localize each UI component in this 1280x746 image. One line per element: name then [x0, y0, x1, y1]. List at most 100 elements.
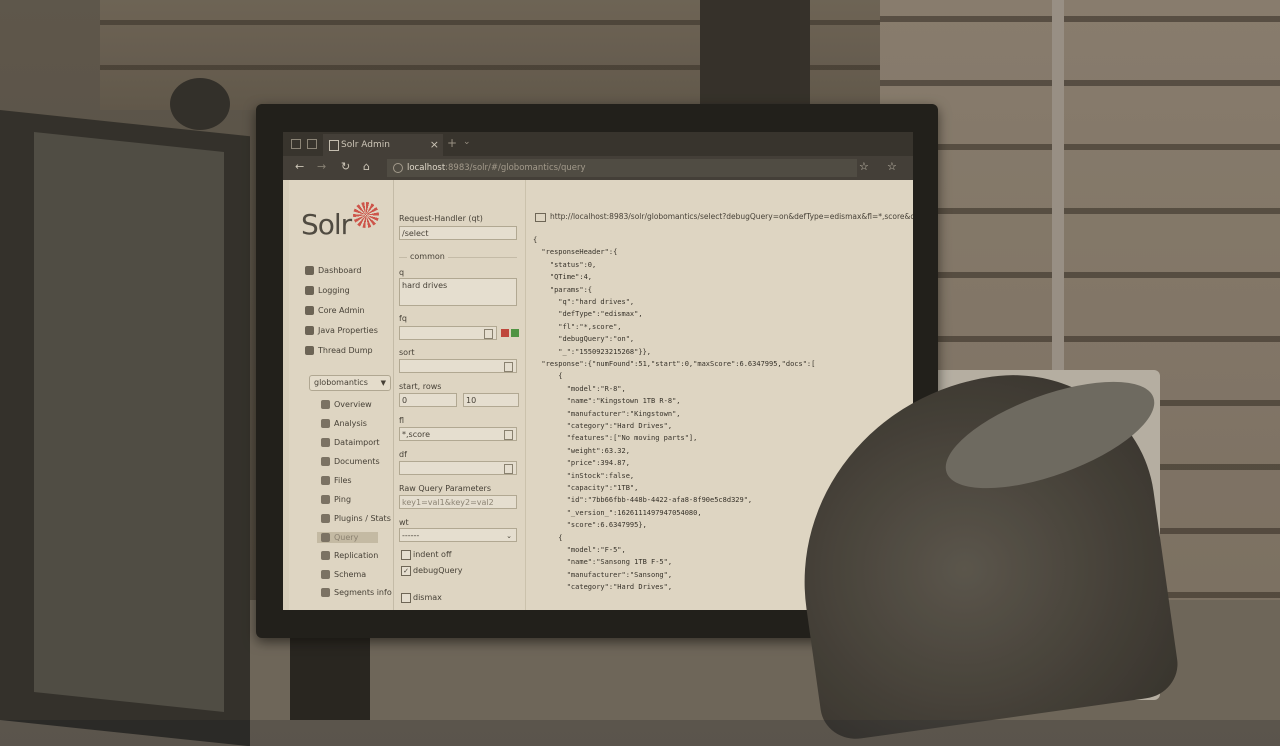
wt-select[interactable]: ------ ⌄	[399, 528, 517, 542]
replication-icon	[321, 551, 330, 560]
core-item-analysis[interactable]: Analysis	[321, 419, 367, 428]
new-tab-icon[interactable]: +	[447, 136, 457, 150]
json-line: "_":"1550923215268"}},	[533, 347, 652, 356]
sidebar-item-core-admin[interactable]: Core Admin	[305, 306, 365, 315]
schema-icon	[321, 570, 330, 579]
rows-input[interactable]: 10	[463, 393, 519, 407]
core-item-schema[interactable]: Schema	[321, 570, 366, 579]
json-line: "responseHeader":{	[533, 248, 618, 257]
home-icon[interactable]: ⌂	[363, 160, 370, 173]
json-line: "price":394.87,	[533, 459, 630, 468]
webcam	[170, 78, 230, 130]
sidebar-item-dashboard[interactable]: Dashboard	[305, 266, 361, 275]
query-icon	[321, 533, 330, 542]
expand-icon[interactable]	[484, 329, 493, 339]
add-fq-button[interactable]	[511, 329, 519, 337]
favorites-icon[interactable]: ☆	[887, 160, 897, 173]
documents-icon	[321, 457, 330, 466]
json-line: "defType":"edismax",	[533, 310, 643, 319]
json-line: "id":"7bb66fbb-448b-4422-afa8-8f90e5c8d3…	[533, 496, 753, 505]
fl-label: fl	[399, 416, 405, 425]
address-bar[interactable]: localhost:8983/solr/#/globomantics/query	[387, 159, 857, 177]
core-item-query[interactable]: Query	[317, 532, 379, 543]
indent-checkbox[interactable]	[401, 550, 411, 560]
solr-sun-icon	[353, 202, 379, 228]
start-input[interactable]: 0	[399, 393, 457, 407]
back-icon[interactable]: ←	[295, 160, 304, 173]
expand-icon[interactable]	[504, 430, 513, 440]
sort-label: sort	[399, 348, 415, 357]
sidebar-item-logging[interactable]: Logging	[305, 286, 350, 295]
json-line: "status":0,	[533, 260, 597, 269]
json-line: "capacity":"1TB",	[533, 484, 639, 492]
logging-icon	[305, 286, 314, 295]
page-icon	[329, 140, 339, 151]
core-item-documents[interactable]: Documents	[321, 457, 380, 466]
json-line: "q":"hard drives",	[533, 298, 635, 306]
df-input[interactable]	[399, 461, 517, 475]
dismax-label: dismax	[413, 593, 442, 602]
core-item-replication[interactable]: Replication	[321, 551, 378, 560]
core-item-files[interactable]: Files	[321, 476, 352, 485]
remove-fq-button[interactable]	[501, 329, 509, 337]
core-item-dataimport[interactable]: Dataimport	[321, 438, 380, 447]
json-line: "features":["No moving parts"],	[533, 434, 698, 443]
wall-pipe	[1052, 0, 1064, 380]
tab-back-icon[interactable]	[307, 139, 317, 149]
forward-icon[interactable]: →	[317, 160, 326, 173]
monitor-stand	[290, 636, 370, 720]
sidebar-item-java-properties[interactable]: Java Properties	[305, 326, 378, 335]
debug-query-label: debugQuery	[413, 566, 463, 575]
json-line: "params":{	[533, 285, 593, 294]
dismax-checkbox[interactable]	[401, 593, 411, 603]
fq-input[interactable]	[399, 326, 497, 340]
import-icon	[321, 438, 330, 447]
json-line: "model":"R-8",	[533, 384, 626, 393]
fq-label: fq	[399, 314, 407, 323]
plugins-icon	[321, 514, 330, 523]
solr-logo[interactable]: Solr	[301, 208, 352, 241]
raw-params-label: Raw Query Parameters	[399, 484, 492, 493]
debug-query-checkbox[interactable]: ✓	[401, 566, 411, 576]
sidebar-item-thread-dump[interactable]: Thread Dump	[305, 346, 373, 355]
tab-close-icon[interactable]: ×	[430, 138, 439, 151]
core-item-overview[interactable]: Overview	[321, 400, 372, 409]
core-item-segments-info[interactable]: Segments info	[321, 588, 392, 597]
q-input[interactable]: hard drives	[399, 278, 517, 306]
browser-tab[interactable]: Solr Admin ×	[323, 134, 443, 156]
browser-nav-bar: ← → ↻ ⌂ localhost:8983/solr/#/globomanti…	[283, 156, 913, 180]
tab-dropdown-icon[interactable]: ⌄	[463, 137, 471, 147]
url-host: localhost	[407, 163, 446, 173]
left-monitor-screen	[34, 132, 224, 712]
common-section: common	[399, 252, 517, 261]
tab-list-icon[interactable]	[291, 139, 301, 149]
json-line: {	[533, 236, 538, 244]
dashboard-icon	[305, 266, 314, 275]
chevron-down-icon: ▼	[380, 379, 386, 387]
core-selector[interactable]: globomantics ▼	[309, 375, 391, 391]
fl-input[interactable]: *,score	[399, 427, 517, 441]
handler-input[interactable]: /select	[399, 226, 517, 240]
core-item-ping[interactable]: Ping	[321, 495, 351, 504]
json-line: "name":"Kingstown 1TB R-8",	[533, 397, 681, 406]
expand-icon[interactable]	[504, 362, 513, 372]
browser-tab-bar: Solr Admin × + ⌄	[283, 132, 913, 156]
json-line: "response":{"numFound":51,"start":0,"max…	[533, 360, 816, 368]
json-line: "manufacturer":"Kingstown",	[533, 409, 681, 418]
home-icon	[321, 400, 330, 409]
json-line: "weight":63.32,	[533, 446, 630, 455]
raw-params-input[interactable]: key1=val1&key2=val2	[399, 495, 517, 509]
core-item-plugins-stats[interactable]: Plugins / Stats	[321, 514, 391, 523]
refresh-icon[interactable]: ↻	[341, 160, 350, 173]
json-line: "model":"F-5",	[533, 546, 626, 554]
json-line: "fl":"*,score",	[533, 322, 622, 331]
tab-title: Solr Admin	[341, 140, 390, 150]
star-icon[interactable]: ☆	[859, 160, 869, 173]
expand-icon[interactable]	[504, 464, 513, 474]
files-icon	[321, 476, 330, 485]
sort-input[interactable]	[399, 359, 517, 373]
json-line: {	[533, 533, 563, 542]
query-url[interactable]: http://localhost:8983/solr/globomantics/…	[535, 212, 913, 222]
json-line: "manufacturer":"Sansong",	[533, 570, 673, 579]
thread-icon	[305, 346, 314, 355]
